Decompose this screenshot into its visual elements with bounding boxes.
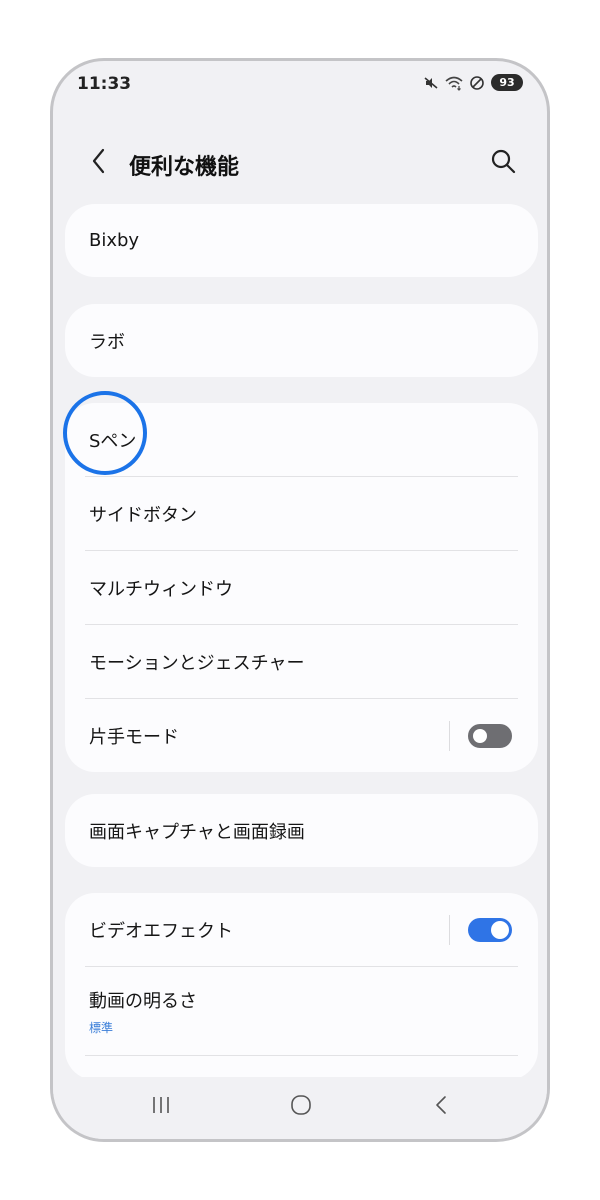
bixby-card: Bixby [65, 204, 538, 277]
menu-item-one-handed-mode[interactable]: 片手モード [65, 699, 538, 772]
back-icon [433, 1094, 449, 1120]
status-time: 11:33 [77, 74, 132, 94]
menu-item-label: Sペン [89, 430, 137, 452]
menu-item-label: 片手モード [89, 726, 179, 748]
menu-item-video-brightness[interactable]: 動画の明るさ 標準 [65, 967, 538, 1055]
navigation-bar [53, 1077, 547, 1139]
vertical-separator [449, 914, 450, 945]
wifi-icon [445, 75, 463, 91]
page-header: 便利な機能 [53, 141, 547, 185]
switch-area [449, 720, 512, 751]
video-effects-toggle[interactable] [468, 917, 512, 942]
home-button[interactable] [281, 1093, 321, 1121]
menu-item-labs[interactable]: ラボ [65, 304, 538, 377]
mute-icon [423, 75, 439, 91]
menu-item-sublabel: 標準 [89, 1020, 114, 1035]
status-bar: 11:33 93 [53, 61, 547, 111]
menu-item-label: マルチウィンドウ [89, 578, 233, 600]
menu-item-side-button[interactable]: サイドボタン [65, 477, 538, 550]
toggle-knob [491, 920, 509, 939]
switch-area [449, 914, 512, 945]
menu-item-label: モーションとジェスチャー [89, 652, 305, 674]
menu-item-motions-gestures[interactable]: モーションとジェスチャー [65, 625, 538, 698]
menu-item-bixby[interactable]: Bixby [65, 204, 538, 277]
menu-item-label: 動画の明るさ [89, 990, 197, 1012]
menu-item-video-effects[interactable]: ビデオエフェクト [65, 893, 538, 966]
video-features-card: ビデオエフェクト 動画の明るさ 標準 [65, 893, 538, 1080]
main-features-card: Sペン サイドボタン マルチウィンドウ モーションとジェスチャー 片手モード [65, 403, 538, 772]
back-button[interactable] [83, 147, 115, 179]
one-handed-mode-toggle[interactable] [468, 723, 512, 748]
menu-item-label: 画面キャプチャと画面録画 [89, 821, 305, 843]
capture-card: 画面キャプチャと画面録画 [65, 794, 538, 867]
menu-item-s-pen[interactable]: Sペン [65, 403, 538, 476]
toggle-knob [473, 728, 487, 743]
vertical-separator [449, 720, 450, 751]
nav-back-button[interactable] [421, 1093, 461, 1121]
do-not-disturb-icon [469, 75, 485, 91]
menu-item-label: サイドボタン [89, 504, 197, 526]
battery-icon: 93 [491, 74, 523, 91]
menu-item-screenshots-recorder[interactable]: 画面キャプチャと画面録画 [65, 794, 538, 867]
home-icon [289, 1094, 313, 1120]
menu-item-label: ラボ [89, 331, 125, 353]
search-icon [490, 148, 516, 178]
chevron-left-icon [90, 148, 108, 178]
menu-item-label: ビデオエフェクト [89, 920, 233, 942]
menu-item-multi-window[interactable]: マルチウィンドウ [65, 551, 538, 624]
divider [85, 1055, 518, 1056]
search-button[interactable] [487, 147, 519, 179]
status-icons: 93 [423, 74, 523, 91]
labs-card: ラボ [65, 304, 538, 377]
phone-frame: 11:33 93 便利な機能 Bixby ラボ Sペン サイドボタン マルチウィ… [50, 58, 550, 1142]
menu-item-label: Bixby [89, 230, 140, 251]
page-title: 便利な機能 [129, 155, 240, 180]
recent-apps-icon [150, 1095, 172, 1119]
recent-apps-button[interactable] [141, 1093, 181, 1121]
